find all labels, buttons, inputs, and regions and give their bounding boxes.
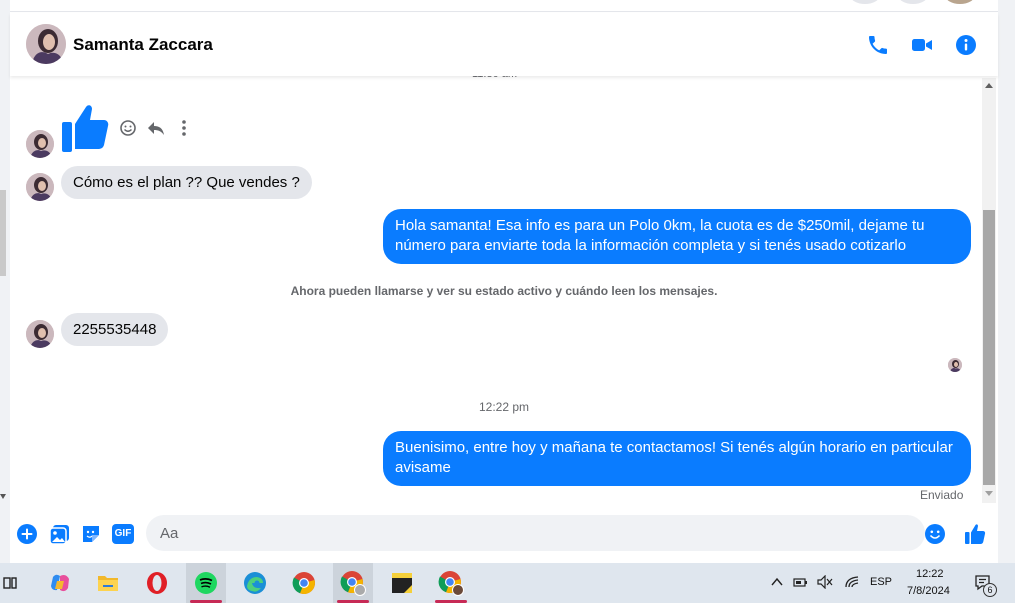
reply-icon[interactable] xyxy=(146,118,166,138)
read-receipt-avatar xyxy=(948,358,962,372)
opera-icon[interactable] xyxy=(137,563,177,603)
scroll-down-arrow[interactable] xyxy=(985,491,993,496)
delivery-status: Enviado xyxy=(920,488,964,502)
thumbs-up-icon xyxy=(62,105,109,152)
top-circle-button[interactable] xyxy=(898,0,928,4)
scrollbar-thumb[interactable] xyxy=(983,210,995,485)
file-explorer-icon[interactable] xyxy=(88,563,128,603)
windows-taskbar: ESP 12:22 7/8/2024 6 xyxy=(0,563,1015,603)
photo-icon[interactable] xyxy=(49,523,71,545)
chrome-profile-icon[interactable] xyxy=(333,563,373,603)
message-input[interactable] xyxy=(146,515,925,551)
clock-date[interactable]: 7/8/2024 xyxy=(907,585,950,597)
chat-window: Samanta Zaccara 11:30 am Cómo xyxy=(10,0,998,563)
contact-photo xyxy=(26,24,66,64)
incoming-message[interactable]: Cómo es el plan ?? Que vendes ? xyxy=(61,166,312,199)
add-icon[interactable] xyxy=(16,523,38,545)
left-scroll-down-arrow[interactable] xyxy=(0,494,6,499)
language-indicator[interactable]: ESP xyxy=(870,576,892,588)
contact-name[interactable]: Samanta Zaccara xyxy=(73,35,213,55)
chat-header: Samanta Zaccara xyxy=(10,13,998,76)
sticker-icon[interactable] xyxy=(80,523,102,545)
chat-scrollbar[interactable] xyxy=(982,78,996,503)
task-view-icon[interactable] xyxy=(0,563,20,603)
spotify-icon[interactable] xyxy=(186,563,226,603)
message-line: avisame xyxy=(395,459,451,476)
incoming-message[interactable]: 2255535448 xyxy=(61,313,169,346)
message-line: Buenisimo, entre hoy y mañana te contact… xyxy=(395,439,953,456)
top-profile-avatar[interactable] xyxy=(945,0,975,4)
wifi-icon[interactable] xyxy=(844,575,860,589)
contact-avatar-small xyxy=(26,320,54,348)
info-icon[interactable] xyxy=(954,33,978,57)
more-options-icon[interactable] xyxy=(174,118,194,138)
battery-icon[interactable] xyxy=(793,576,809,588)
left-scroll-gutter xyxy=(0,0,10,563)
edge-icon[interactable] xyxy=(235,563,275,603)
chrome-icon[interactable] xyxy=(284,563,324,603)
top-circle-button[interactable] xyxy=(850,0,880,4)
timestamp: 12:22 pm xyxy=(478,400,530,414)
clock-time[interactable]: 12:22 xyxy=(916,568,944,580)
scroll-up-arrow[interactable] xyxy=(985,83,993,88)
muted-speaker-icon[interactable] xyxy=(817,575,833,589)
copilot-icon[interactable] xyxy=(40,563,80,603)
outgoing-message[interactable]: Hola samanta! Esa info es para un Polo 0… xyxy=(383,209,971,264)
contact-avatar[interactable] xyxy=(26,24,66,64)
top-strip xyxy=(10,0,998,12)
thumbs-up-icon[interactable] xyxy=(964,523,986,545)
chrome-profile-2-icon[interactable] xyxy=(431,563,471,603)
phone-icon[interactable] xyxy=(866,33,890,57)
notification-count: 6 xyxy=(983,583,997,597)
contact-avatar-small xyxy=(26,173,54,201)
message-line: Hola samanta! Esa info es para un Polo 0… xyxy=(395,217,925,234)
video-icon[interactable] xyxy=(910,33,934,57)
emoji-react-icon[interactable] xyxy=(118,118,138,138)
outgoing-message[interactable]: Buenisimo, entre hoy y mañana te contact… xyxy=(383,431,971,486)
sticky-notes-icon[interactable] xyxy=(382,563,422,603)
chevron-up-icon[interactable] xyxy=(771,577,783,587)
emoji-icon[interactable] xyxy=(924,523,946,545)
message-composer: GIF xyxy=(10,506,998,563)
gif-icon[interactable]: GIF xyxy=(112,524,134,544)
left-scroll-thumb[interactable] xyxy=(0,190,6,276)
contact-avatar-small xyxy=(26,130,54,158)
right-gutter xyxy=(998,0,1015,563)
message-line: número para enviarte toda la información… xyxy=(395,237,907,254)
system-notice: Ahora pueden llamarse y ver su estado ac… xyxy=(290,284,718,298)
